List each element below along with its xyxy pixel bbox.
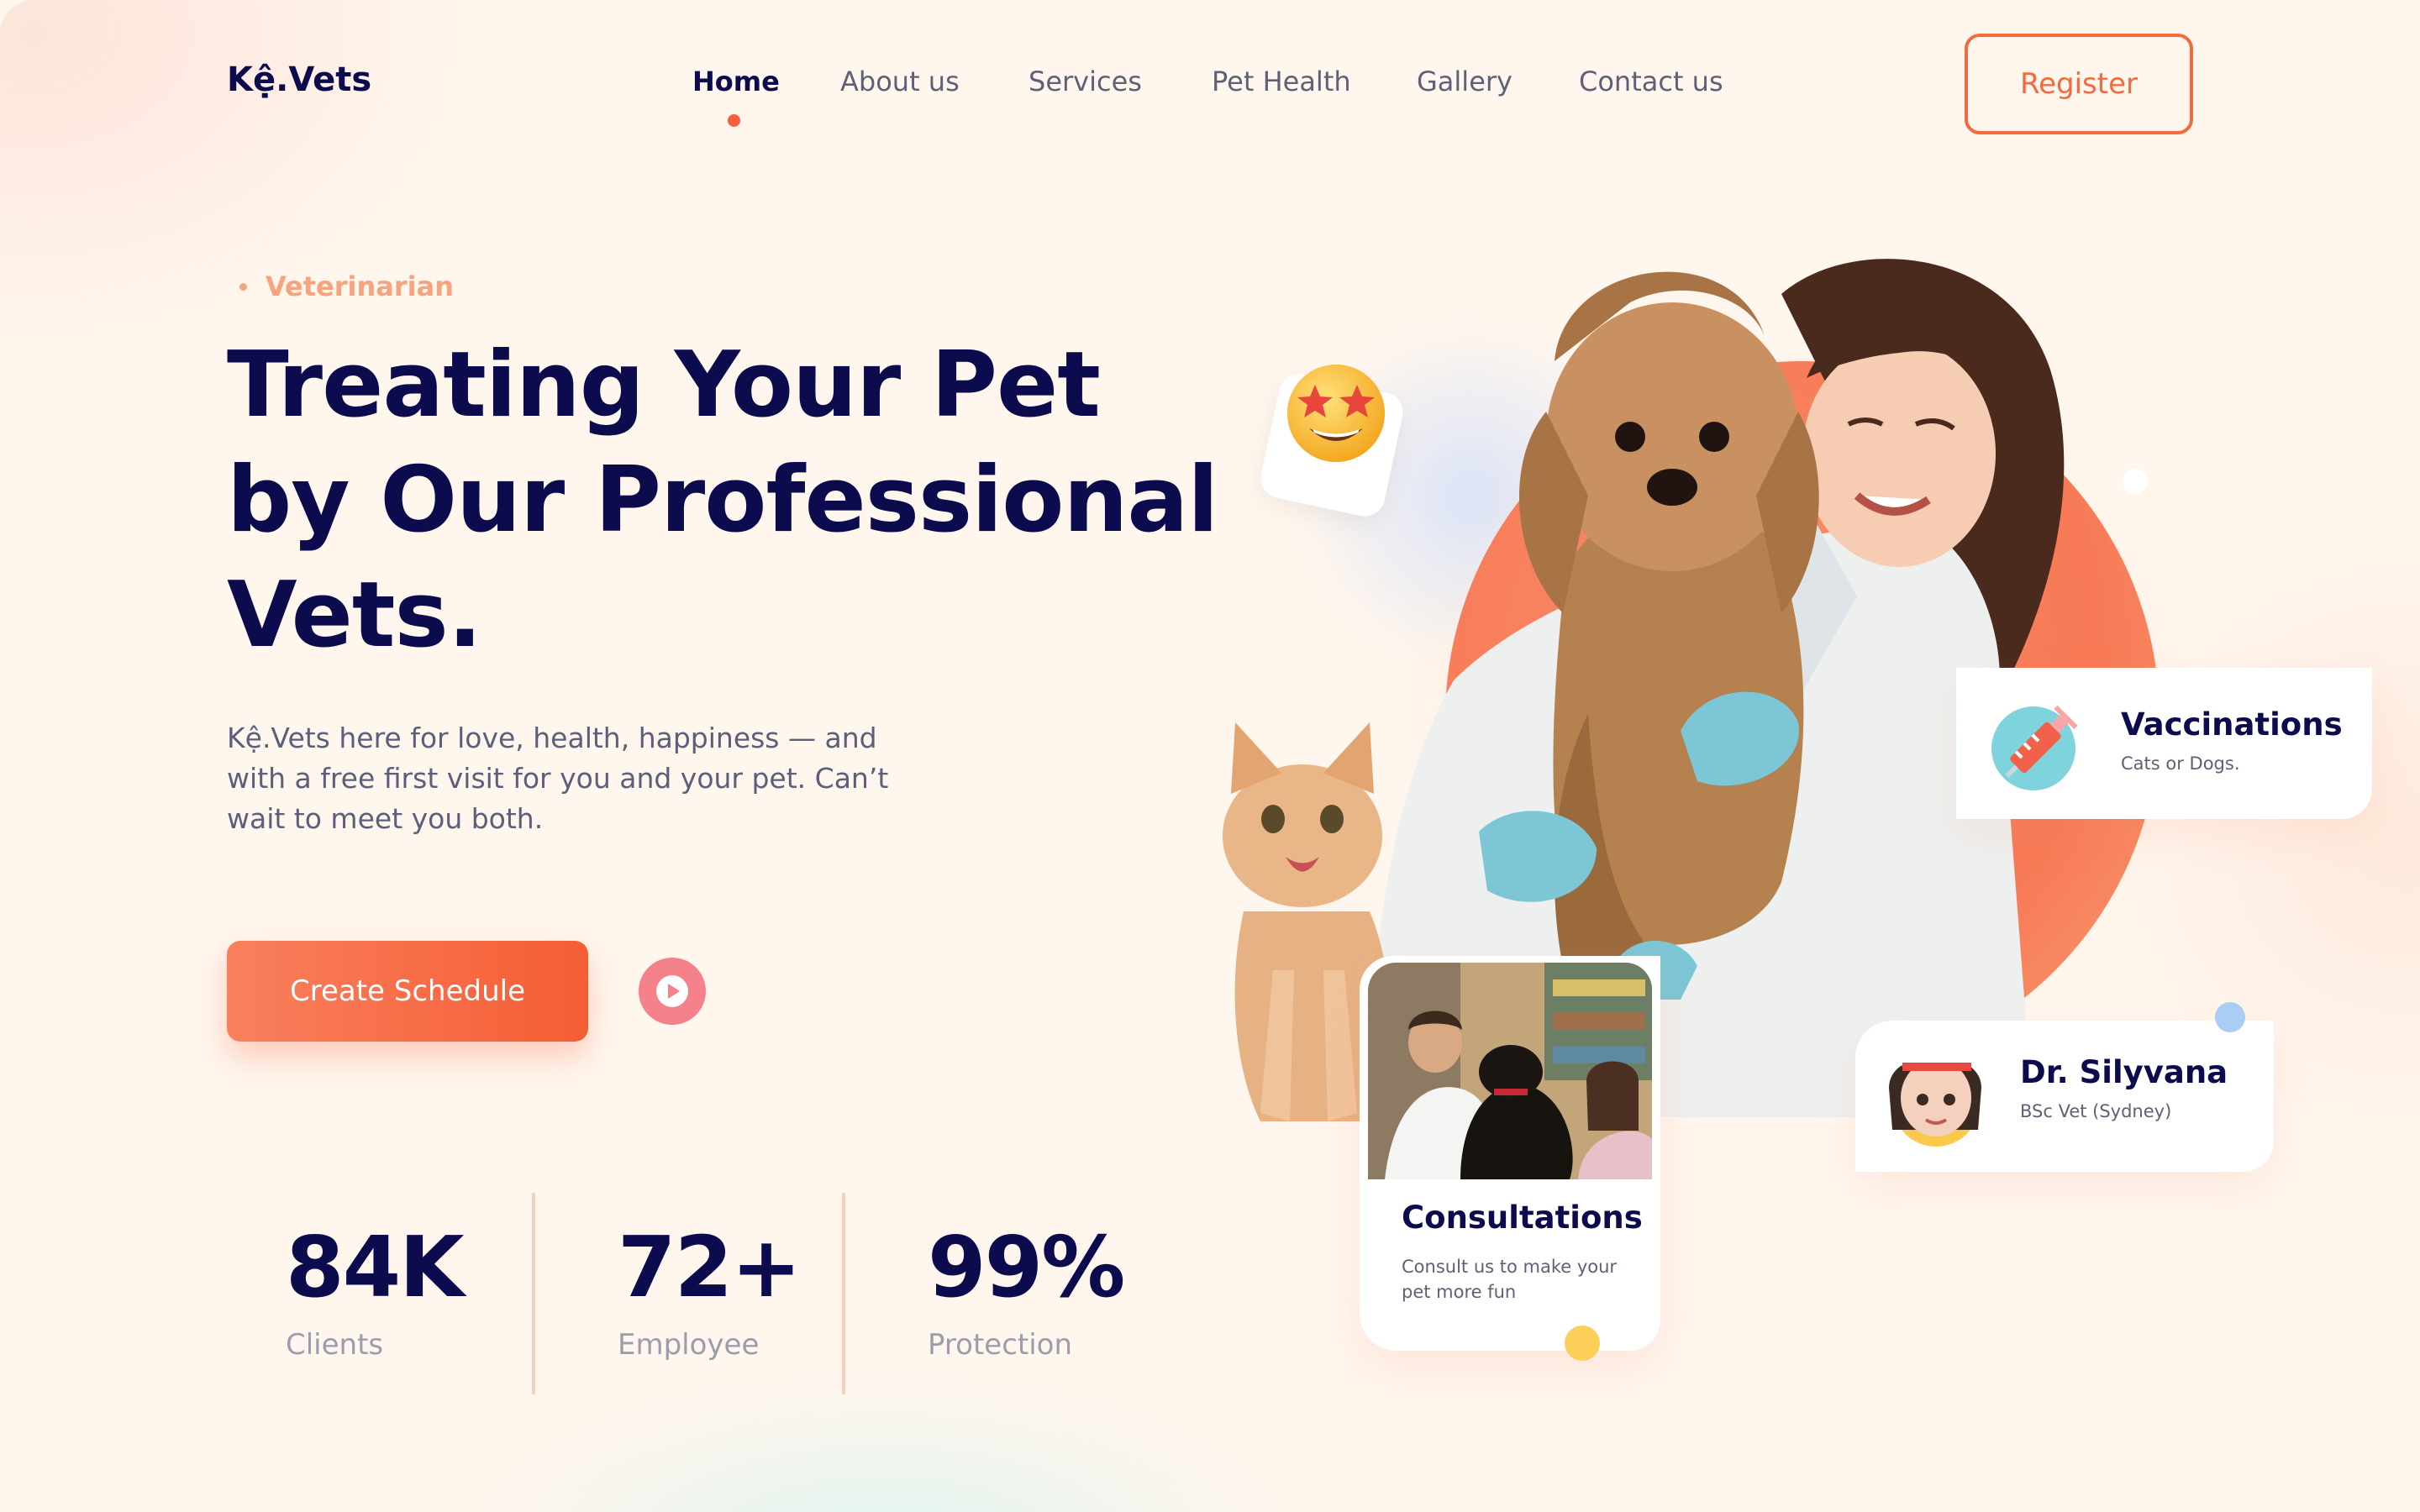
hero-description: Kệ.Vets here for love, health, happiness… [227, 722, 889, 835]
doctor-avatar [1889, 1041, 1981, 1147]
active-nav-indicator [728, 114, 740, 127]
vaccinations-card[interactable]: Vaccinations Cats or Dogs. [1956, 668, 2372, 819]
decorative-dot [2215, 1002, 2245, 1032]
create-schedule-button[interactable]: Create Schedule [227, 941, 588, 1042]
stat-label: Protection [928, 1328, 1073, 1362]
consultations-title: Consultations [1402, 1200, 1643, 1236]
doctor-card[interactable]: Dr. Silyvana BSc Vet (Sydney) [1855, 1021, 2274, 1172]
headline-line-3: Vets. [227, 563, 482, 668]
consultations-card[interactable]: Consultations Consult us to make your pe… [1360, 956, 1660, 1351]
register-button[interactable]: Register [1965, 34, 2193, 134]
landing-page: Kệ.Vets Home About us Services Pet Healt… [0, 0, 2420, 1512]
decorative-dot [2123, 469, 2148, 494]
hero-headline: Treating Your Pet by Our Professional Ve… [227, 328, 1218, 673]
syringe-icon [1991, 705, 2078, 790]
stat-label: Clients [286, 1328, 384, 1362]
eyebrow-bullet [239, 282, 247, 291]
stat-divider [532, 1193, 535, 1394]
stat-divider [842, 1193, 845, 1394]
doctor-name: Dr. Silyvana [2020, 1054, 2228, 1090]
vaccinations-title: Vaccinations [2121, 706, 2343, 743]
nav-item-about-us[interactable]: About us [840, 66, 960, 97]
stat-protection: 99% Protection [928, 1218, 1125, 1362]
vaccinations-subtitle: Cats or Dogs. [2121, 753, 2240, 774]
decorative-dot [1565, 1326, 1600, 1361]
consultations-description: Consult us to make your pet more fun [1402, 1257, 1618, 1302]
nav-item-home[interactable]: Home [692, 66, 780, 97]
play-video-button[interactable] [639, 958, 706, 1025]
doctor-credential: BSc Vet (Sydney) [2020, 1101, 2172, 1121]
nav-item-gallery[interactable]: Gallery [1417, 66, 1512, 97]
nav-item-contact-us[interactable]: Contact us [1579, 66, 1723, 97]
star-struck-emoji-icon [1287, 365, 1385, 462]
nav-item-services[interactable]: Services [1028, 66, 1142, 97]
stat-value: 84K [286, 1218, 465, 1316]
eyebrow: Veterinarian [239, 270, 454, 302]
nav-item-pet-health[interactable]: Pet Health [1212, 66, 1351, 97]
stat-employee: 72+ Employee [618, 1218, 802, 1362]
stat-clients: 84K Clients [286, 1218, 465, 1362]
stat-value: 72+ [618, 1218, 802, 1316]
play-icon [656, 975, 688, 1007]
eyebrow-label: Veterinarian [266, 270, 454, 302]
headline-line-1: Treating Your Pet [227, 333, 1101, 438]
stat-label: Employee [618, 1328, 760, 1362]
stat-value: 99% [928, 1218, 1125, 1316]
headline-line-2: by Our Professional [227, 448, 1218, 553]
consultation-photo [1368, 963, 1652, 1179]
